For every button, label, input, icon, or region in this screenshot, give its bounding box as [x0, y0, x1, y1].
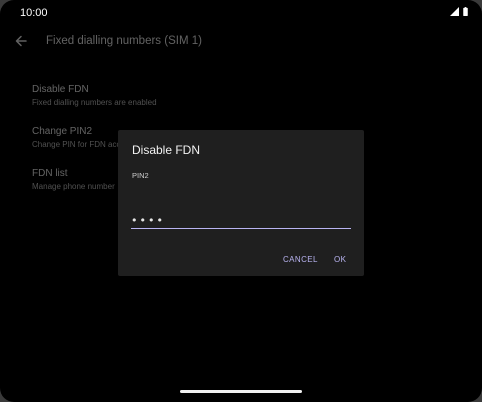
- pref-change-pin2[interactable]: Change PIN2 Change PIN for FDN acce: [32, 126, 125, 149]
- pin2-input[interactable]: [131, 212, 351, 229]
- pref-title: FDN list: [32, 168, 68, 179]
- battery-icon: [463, 7, 468, 16]
- page-title: Fixed dialling numbers (SIM 1): [46, 35, 202, 47]
- pref-title: Disable FDN: [32, 84, 89, 95]
- cancel-button[interactable]: CANCEL: [283, 255, 318, 264]
- pref-title: Change PIN2: [32, 126, 93, 137]
- dialog-title: Disable FDN: [132, 143, 201, 157]
- app-bar: Fixed dialling numbers (SIM 1): [0, 26, 482, 56]
- disable-fdn-dialog: Disable FDN PIN2 CANCEL OK: [118, 130, 364, 276]
- status-bar: 10:00: [0, 0, 482, 26]
- arrow-back-icon[interactable]: [14, 34, 28, 48]
- pref-summary: Fixed dialling numbers are enabled: [32, 98, 157, 107]
- pref-summary: Change PIN for FDN acce: [32, 140, 125, 149]
- cellular-signal-icon: [450, 7, 459, 16]
- pin2-label: PIN2: [132, 171, 149, 180]
- gesture-nav-handle[interactable]: [180, 390, 302, 393]
- pref-disable-fdn[interactable]: Disable FDN Fixed dialling numbers are e…: [32, 84, 157, 107]
- pref-summary: Manage phone number: [32, 182, 115, 191]
- status-time: 10:00: [20, 7, 48, 19]
- status-icons: [450, 7, 468, 16]
- ok-button[interactable]: OK: [334, 255, 346, 264]
- phone-screen: 10:00 Fixed dialling numbers (SIM 1) Dis…: [0, 0, 482, 402]
- pref-fdn-list[interactable]: FDN list Manage phone number: [32, 168, 115, 191]
